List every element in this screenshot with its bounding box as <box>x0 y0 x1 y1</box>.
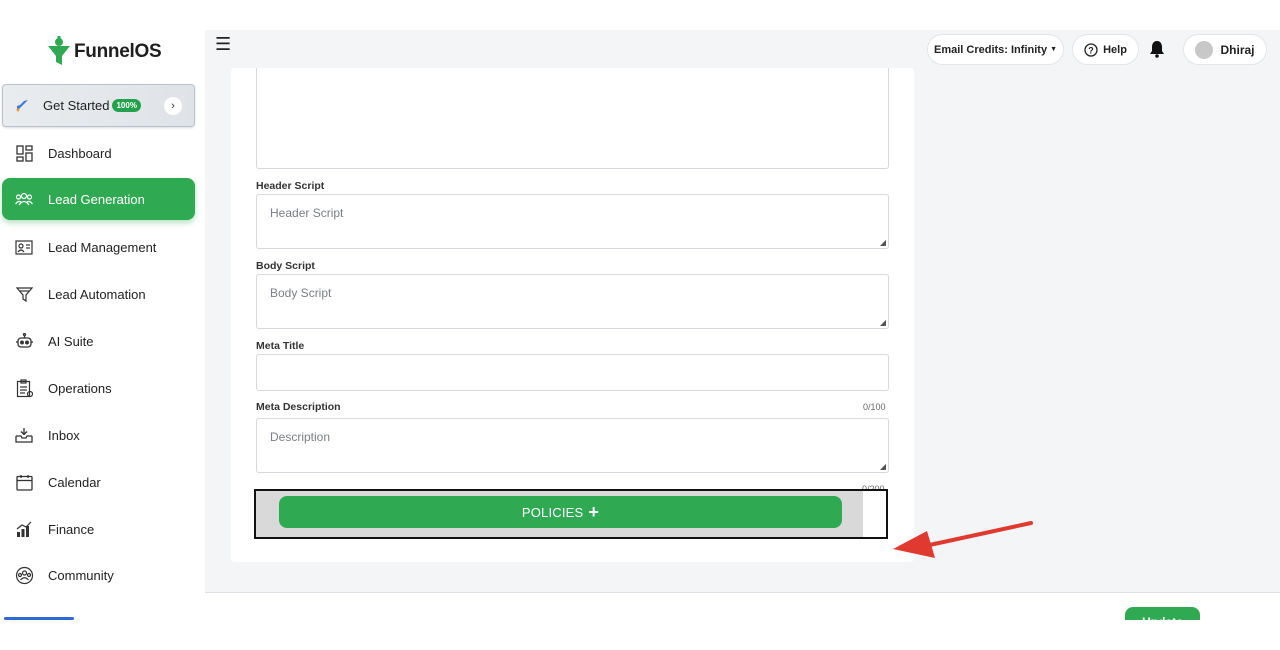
policies-button[interactable]: POLICIES + <box>279 496 842 528</box>
sidebar-item-label: Dashboard <box>48 145 112 161</box>
resize-handle-icon[interactable]: ◢ <box>880 462 886 471</box>
sidebar-item-dashboard[interactable]: Dashboard <box>2 132 195 174</box>
sidebar-item-lead-automation[interactable]: Lead Automation <box>2 273 195 315</box>
body-script-placeholder: Body Script <box>270 286 332 300</box>
plus-icon: + <box>588 502 600 522</box>
chevron-right-icon[interactable]: › <box>164 97 182 115</box>
users-icon <box>14 189 34 209</box>
email-credits-label: Email Credits: Infinity <box>933 43 1048 56</box>
sidebar-item-label: Community <box>48 567 114 583</box>
sidebar-item-community[interactable]: Community <box>2 554 195 596</box>
sidebar-item-label: AI Suite <box>48 333 94 349</box>
caret-down-icon: ▼ <box>1050 46 1057 53</box>
sidebar-item-label: Inbox <box>48 427 80 443</box>
sidebar-scroll-indicator <box>4 617 74 620</box>
funnel-icon <box>14 284 34 304</box>
get-started-button[interactable]: Get Started 100% › <box>2 84 195 127</box>
avatar <box>1195 40 1214 59</box>
help-icon: ? <box>1084 42 1098 57</box>
footer-bar <box>205 593 1280 620</box>
body-script-textarea[interactable]: Body Script ◢ <box>256 274 889 329</box>
progress-badge: 100% <box>112 99 141 112</box>
sidebar-item-lead-generation[interactable]: Lead Generation <box>2 178 195 220</box>
sidebar-item-label: Lead Generation <box>48 191 145 207</box>
policies-container: POLICIES + <box>256 491 863 537</box>
update-button[interactable]: Update <box>1125 607 1200 620</box>
sidebar-item-operations[interactable]: Operations <box>2 367 195 409</box>
contact-card-icon <box>14 237 34 257</box>
chart-icon <box>14 519 34 539</box>
meta-description-label: Meta Description <box>256 401 341 413</box>
sidebar-item-inbox[interactable]: Inbox <box>2 414 195 456</box>
help-label: Help <box>1103 43 1127 56</box>
inbox-icon <box>14 425 34 445</box>
robot-icon <box>14 331 34 351</box>
previous-textarea[interactable] <box>256 68 889 169</box>
sidebar-item-finance[interactable]: Finance <box>2 508 195 550</box>
header-script-textarea[interactable]: Header Script ◢ <box>256 194 889 249</box>
meta-description-placeholder: Description <box>270 430 331 444</box>
policies-highlight-box: POLICIES + <box>254 489 888 539</box>
notification-bell-icon[interactable] <box>1149 40 1165 63</box>
svg-text:?: ? <box>1088 45 1094 55</box>
user-menu[interactable]: Dhiraj <box>1183 34 1267 65</box>
sidebar: FunnelOS Get Started 100% › Dashboard Le… <box>0 30 205 620</box>
sidebar-item-calendar[interactable]: Calendar <box>2 461 195 503</box>
help-button[interactable]: ? Help <box>1072 34 1139 65</box>
meta-description-textarea[interactable]: Description ◢ <box>256 418 889 473</box>
sidebar-item-label: Lead Management <box>48 239 157 255</box>
clipboard-icon <box>14 378 34 398</box>
meta-title-input[interactable] <box>256 354 889 391</box>
sidebar-item-label: Operations <box>48 380 112 396</box>
sidebar-item-lead-management[interactable]: Lead Management <box>2 226 195 268</box>
logo[interactable]: FunnelOS <box>46 36 162 68</box>
resize-handle-icon[interactable]: ◢ <box>880 238 886 247</box>
calendar-icon <box>14 472 34 492</box>
policies-label: POLICIES <box>521 504 584 520</box>
funnel-logo-icon <box>48 36 70 65</box>
user-name: Dhiraj <box>1220 42 1255 57</box>
dashboard-icon <box>14 143 34 163</box>
annotation-arrow-icon <box>893 521 1033 558</box>
sidebar-item-label: Lead Automation <box>48 286 146 302</box>
body-script-label: Body Script <box>256 260 315 272</box>
sidebar-item-label: Calendar <box>48 474 101 490</box>
header-script-placeholder: Header Script <box>270 206 344 220</box>
sidebar-item-label: Finance <box>48 521 95 537</box>
menu-toggle-icon[interactable]: ☰ <box>215 34 231 55</box>
sidebar-item-ai-suite[interactable]: AI Suite <box>2 320 195 362</box>
community-icon <box>14 565 34 585</box>
rocket-icon <box>16 99 28 111</box>
get-started-label: Get Started <box>43 98 110 113</box>
app-frame: FunnelOS Get Started 100% › Dashboard Le… <box>0 30 1280 620</box>
resize-handle-icon[interactable]: ◢ <box>880 318 886 327</box>
meta-title-counter: 0/100 <box>863 402 886 412</box>
email-credits-dropdown[interactable]: Email Credits: Infinity ▼ <box>927 34 1064 65</box>
header-script-label: Header Script <box>256 180 325 192</box>
brand-name: FunnelOS <box>74 41 162 62</box>
meta-title-label: Meta Title <box>256 340 305 352</box>
